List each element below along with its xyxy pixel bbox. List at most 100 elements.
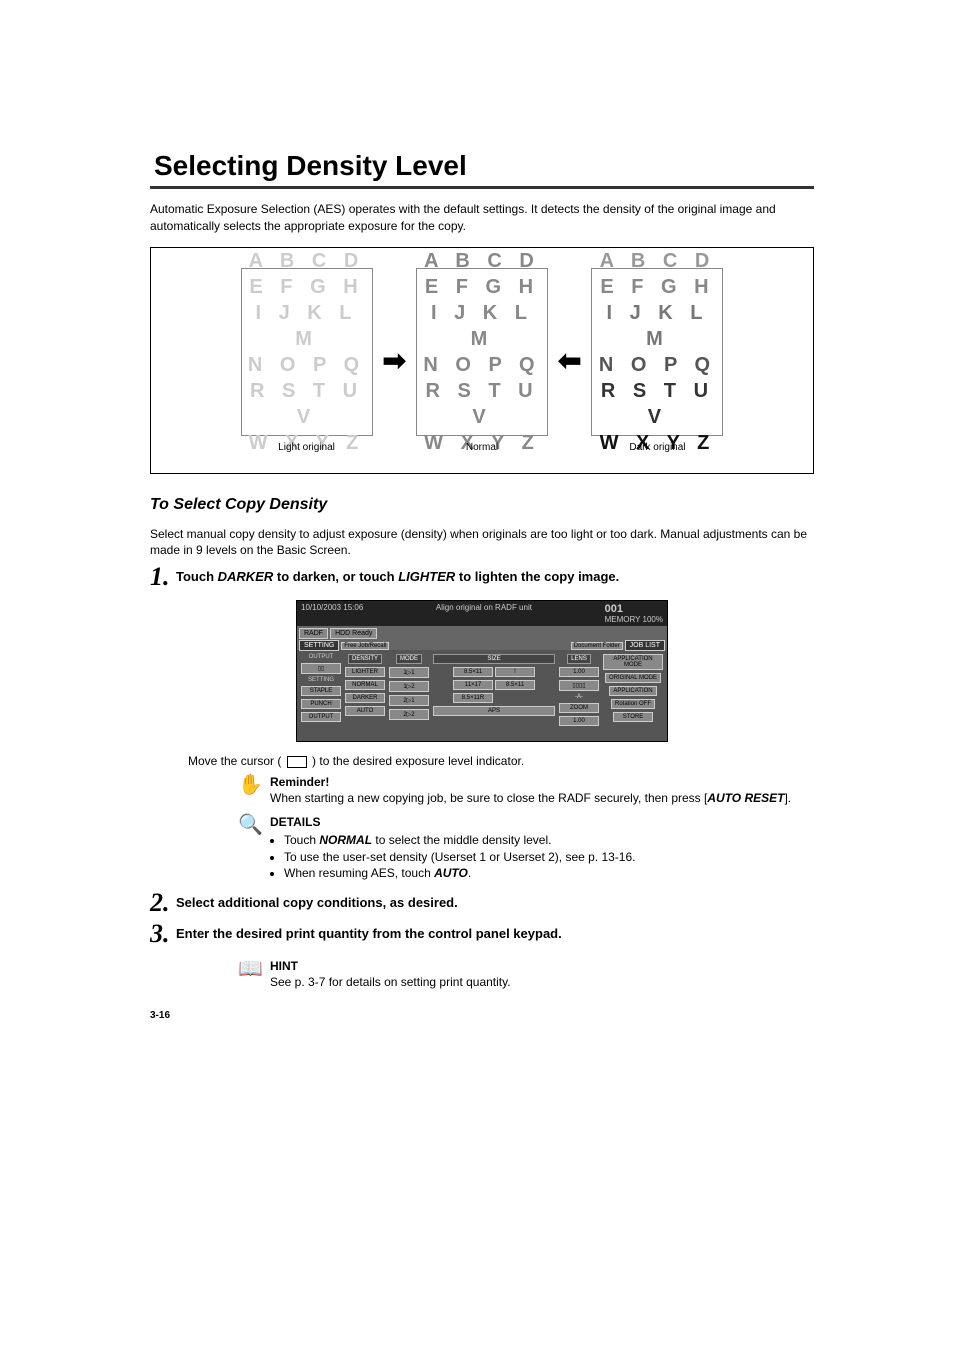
btn-lighter[interactable]: LIGHTER <box>345 667 385 677</box>
intro-paragraph: Automatic Exposure Selection (AES) opera… <box>150 201 814 235</box>
header-density: DENSITY <box>348 654 382 664</box>
hint-block: 📖 HINT See p. 3-7 for details on setting… <box>270 958 814 990</box>
density-diagram: A B C D E F G H I J K L M N O P Q R S T … <box>150 247 814 474</box>
lcd-count: 001 <box>605 603 623 615</box>
lcd-screenshot: 10/10/2003 15:06 Align original on RADF … <box>296 600 668 742</box>
step-number: 3. <box>150 920 176 949</box>
step-text-part: Touch <box>176 569 218 584</box>
header-mode: MODE <box>396 654 422 664</box>
letters-row: N O P Q <box>248 352 365 378</box>
details-bullet: To use the user-set density (Userset 1 o… <box>284 849 814 865</box>
btn-mode-1-1[interactable]: 1▷1 <box>389 667 429 678</box>
lcd-memory: MEMORY 100% <box>605 615 663 624</box>
step-text: Select additional copy conditions, as de… <box>176 889 458 910</box>
step-text-part: to lighten the copy image. <box>455 569 619 584</box>
letters-row: E F G H <box>425 274 539 300</box>
lens-value-2: 1.00 <box>559 716 599 726</box>
lens-value-1: 1.00 <box>559 667 599 677</box>
step-text-part: to darken, or touch <box>273 569 398 584</box>
tab-setting[interactable]: SETTING <box>299 640 339 651</box>
lcd-datetime: 10/10/2003 15:06 <box>301 603 363 624</box>
reminder-icon: ✋ <box>238 772 263 799</box>
letters-row: I J K L M <box>592 300 722 352</box>
magnifier-icon: 🔍 <box>238 812 263 839</box>
lens-pages: ▯▯▯▯ <box>559 680 599 691</box>
letters-row: I J K L M <box>242 300 372 352</box>
step-2: 2. Select additional copy conditions, as… <box>150 889 814 918</box>
letters-row: R S T U V <box>242 378 372 430</box>
btn-mode-2-2[interactable]: 2▷2 <box>389 709 429 720</box>
details-title: DETAILS <box>270 815 320 829</box>
lens-hyphen: -A- <box>575 694 583 700</box>
letters-row: I J K L M <box>417 300 547 352</box>
btn-app-mode[interactable]: APPLICATION MODE <box>603 654 663 670</box>
btn-size-1[interactable]: 8.5×11 <box>453 667 493 677</box>
btn-size-4[interactable]: 8.5×11 <box>495 680 535 690</box>
btn-orig-mode[interactable]: ORIGINAL MODE <box>605 673 661 683</box>
letters-row: N O P Q <box>423 352 540 378</box>
btn-output[interactable]: OUTPUT <box>301 712 341 722</box>
btn-punch[interactable]: PUNCH <box>301 699 341 709</box>
header-size: SIZE <box>433 654 555 664</box>
details-bullet: When resuming AES, touch AUTO. <box>284 865 814 881</box>
step-number: 2. <box>150 889 176 918</box>
keyword-darker: DARKER <box>218 569 274 584</box>
letters-row: A B C D <box>600 248 716 274</box>
btn-application[interactable]: APPLICATION <box>609 686 656 696</box>
btn-mode-1-2[interactable]: 1▷2 <box>389 681 429 692</box>
header-lens: LENS <box>567 654 591 664</box>
step-1: 1. Touch DARKER to darken, or touch LIGH… <box>150 563 814 592</box>
keyword-auto-reset: AUTO RESET <box>707 791 784 805</box>
btn-zoom[interactable]: ZOOM <box>559 703 599 713</box>
reminder-text-post: ]. <box>784 791 791 805</box>
details-block: 🔍 DETAILS Touch NORMAL to select the mid… <box>270 814 814 881</box>
reminder-block: ✋ Reminder! When starting a new copying … <box>270 774 814 806</box>
btn-aps[interactable]: APS <box>433 706 555 716</box>
btn-size-3[interactable]: 8.5×11R <box>453 693 493 703</box>
step-3: 3. Enter the desired print quantity from… <box>150 920 814 949</box>
label-setting: SETTING <box>308 677 334 683</box>
lcd-message: Align original on RADF unit <box>436 603 532 624</box>
output-sample: ▯▯ <box>301 663 341 674</box>
btn-auto[interactable]: AUTO <box>345 706 385 716</box>
hint-title: HINT <box>270 959 298 973</box>
label-output: OUTPUT <box>309 654 334 660</box>
sample-dark: A B C D E F G H I J K L M N O P Q R S T … <box>591 268 723 453</box>
keyword-lighter: LIGHTER <box>398 569 455 584</box>
btn-normal[interactable]: NORMAL <box>345 680 385 690</box>
letters-row: E F G H <box>600 274 714 300</box>
letters-row: A B C D <box>424 248 540 274</box>
arrow-right-icon: ➡ <box>383 344 406 377</box>
letters-row: A B C D <box>249 248 365 274</box>
page-number: 3-16 <box>150 1010 814 1021</box>
tab-radf[interactable]: RADF <box>299 628 328 639</box>
btn-recall[interactable]: Free Job/Recall <box>341 642 389 650</box>
reminder-title: Reminder! <box>270 775 329 789</box>
btn-job-list[interactable]: JOB LIST <box>625 640 665 651</box>
btn-mode-2-1[interactable]: 2▷1 <box>389 695 429 706</box>
letters-row: R S T U V <box>417 378 547 430</box>
cursor-instruction: Move the cursor ( ) to the desired expos… <box>188 754 814 768</box>
cursor-icon <box>287 756 307 768</box>
sample-light: A B C D E F G H I J K L M N O P Q R S T … <box>241 268 373 453</box>
btn-staple[interactable]: STAPLE <box>301 686 341 696</box>
arrow-left-icon: ⬅ <box>558 344 581 377</box>
details-bullet: Touch NORMAL to select the middle densit… <box>284 832 814 848</box>
page-title: Selecting Density Level <box>150 150 814 182</box>
letters-row: N O P Q <box>599 352 716 378</box>
title-underline <box>150 186 814 189</box>
tab-hdd[interactable]: HDD Ready <box>330 628 377 639</box>
btn-darker[interactable]: DARKER <box>345 693 385 703</box>
btn-store[interactable]: STORE <box>613 712 653 722</box>
btn-doc-folder[interactable]: Document Folder <box>571 642 623 650</box>
subheading: To Select Copy Density <box>150 496 814 514</box>
btn-size-2[interactable]: 11×17 <box>453 680 493 690</box>
sample-normal: A B C D E F G H I J K L M N O P Q R S T … <box>416 268 548 453</box>
letters-row: R S T U V <box>592 378 722 430</box>
subheading-body: Select manual copy density to adjust exp… <box>150 526 814 560</box>
btn-size-excl[interactable]: ! <box>495 667 535 677</box>
btn-rotation-off[interactable]: Rotation OFF <box>611 699 655 709</box>
step-text: Enter the desired print quantity from th… <box>176 920 562 941</box>
letters-row: E F G H <box>249 274 363 300</box>
reminder-text: When starting a new copying job, be sure… <box>270 791 707 805</box>
